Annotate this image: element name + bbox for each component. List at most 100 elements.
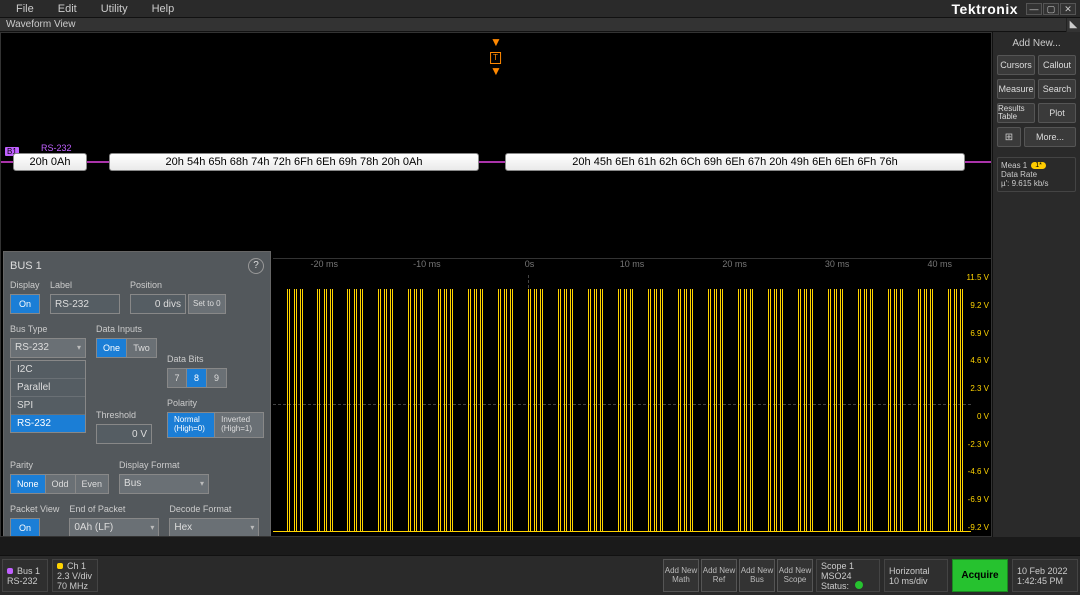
- position-input[interactable]: 0 divs: [130, 294, 186, 314]
- scope-trace: [273, 275, 971, 532]
- close-button[interactable]: ✕: [1060, 3, 1076, 15]
- eop-combo[interactable]: 0Ah (LF) ▾: [69, 518, 159, 537]
- eop-label: End of Packet: [69, 504, 159, 514]
- measure-button[interactable]: Measure: [997, 79, 1035, 99]
- display-on-button[interactable]: On: [10, 294, 40, 314]
- status-dot-icon: [855, 581, 863, 589]
- time-tick: 0s: [478, 259, 581, 272]
- more-button[interactable]: More...: [1024, 127, 1076, 147]
- menubar: File Edit Utility Help Tektronix — ▢ ✕: [0, 0, 1080, 18]
- set-to-0-button[interactable]: Set to 0: [188, 294, 226, 314]
- bustype-listbox: I2C Parallel SPI RS-232: [10, 360, 86, 433]
- datainputs-two-button[interactable]: Two: [127, 338, 157, 358]
- scope-model: MSO24: [821, 571, 875, 581]
- horiz-value: 10 ms/div: [889, 576, 943, 586]
- wf-corner-icon[interactable]: ◣: [1066, 18, 1080, 32]
- decfmt-combo[interactable]: Hex ▾: [169, 518, 259, 537]
- scope-title: Scope 1: [821, 561, 875, 571]
- cursors-button[interactable]: Cursors: [997, 55, 1035, 75]
- plot-button[interactable]: Plot: [1038, 103, 1076, 123]
- maximize-button[interactable]: ▢: [1043, 3, 1059, 15]
- ch1-badge[interactable]: Ch 1 2.3 V/div 70 MHz: [52, 559, 98, 592]
- bustype-current: RS-232: [15, 338, 49, 358]
- add-math-button[interactable]: Add New Math: [663, 559, 699, 592]
- side-panel: Add New... Cursors Callout Measure Searc…: [992, 32, 1080, 537]
- acquire-button[interactable]: Acquire: [952, 559, 1008, 592]
- help-icon[interactable]: ?: [248, 258, 264, 274]
- side-add-new-label: Add New...: [997, 36, 1076, 51]
- menu-utility[interactable]: Utility: [89, 1, 140, 17]
- dispfmt-combo[interactable]: Bus ▾: [119, 474, 209, 494]
- polarity-inverted-button[interactable]: Inverted (High=1): [215, 412, 264, 438]
- bottom-bar: Bus 1 RS-232 Ch 1 2.3 V/div 70 MHz Add N…: [0, 555, 1080, 595]
- pktview-on-button[interactable]: On: [10, 518, 40, 537]
- datainputs-one-button[interactable]: One: [96, 338, 127, 358]
- label-label: Label: [50, 280, 120, 290]
- databits-9-button[interactable]: 9: [207, 368, 227, 388]
- parity-none-button[interactable]: None: [10, 474, 46, 494]
- dispfmt-value: Bus: [124, 474, 141, 494]
- bus1-badge[interactable]: Bus 1 RS-232: [2, 559, 48, 592]
- time-ruler: -20 ms -10 ms 0s 10 ms 20 ms 30 ms 40 ms: [273, 258, 991, 272]
- meas-label: Data Rate: [1001, 170, 1072, 179]
- time-tick: 30 ms: [786, 259, 889, 272]
- add-bus-button[interactable]: Add New Bus: [739, 559, 775, 592]
- time-tick: 10 ms: [581, 259, 684, 272]
- horizontal-badge[interactable]: Horizontal 10 ms/div: [884, 559, 948, 592]
- label-input[interactable]: RS-232: [50, 294, 120, 314]
- menu-help[interactable]: Help: [140, 1, 187, 17]
- time-tick: -10 ms: [376, 259, 479, 272]
- chevron-down-icon: ▾: [77, 338, 81, 358]
- chevron-down-icon: ▾: [250, 518, 254, 537]
- add-ref-button[interactable]: Add New Ref: [701, 559, 737, 592]
- minimize-button[interactable]: —: [1026, 3, 1042, 15]
- polarity-label: Polarity: [167, 398, 264, 408]
- ch1-title: Ch 1: [67, 561, 86, 571]
- status-label: Status:: [821, 581, 849, 591]
- menu-file[interactable]: File: [4, 1, 46, 17]
- time-tick: 40 ms: [888, 259, 991, 272]
- bus1-title: Bus 1: [17, 566, 40, 576]
- add-scope-button[interactable]: Add New Scope: [777, 559, 813, 592]
- waveform-view[interactable]: ▼ T ▼ B1 RS-232 20h 0Ah 20h 54h 65h 68h …: [0, 32, 992, 537]
- decode-packet-0[interactable]: 20h 0Ah: [13, 153, 87, 171]
- bustype-label: Bus Type: [10, 324, 86, 334]
- bus-1-dialog: BUS 1 ? Display On Label RS-232 Position…: [3, 251, 271, 537]
- meas-title: Meas 1: [1001, 161, 1027, 170]
- meas-1-badge[interactable]: Meas 1 1* Data Rate µ': 9.615 kb/s: [997, 157, 1076, 192]
- chevron-down-icon: ▾: [200, 474, 204, 494]
- trigger-marker-icon[interactable]: ▼ T ▼: [490, 35, 502, 78]
- bustype-option-i2c[interactable]: I2C: [11, 361, 85, 379]
- threshold-label: Threshold: [96, 410, 157, 420]
- databits-label: Data Bits: [167, 354, 264, 364]
- bus-protocol-tag: RS-232: [41, 143, 72, 153]
- parity-odd-button[interactable]: Odd: [46, 474, 76, 494]
- draw-segments-icon[interactable]: ⊞: [997, 127, 1021, 147]
- decode-packet-2[interactable]: 20h 45h 6Eh 61h 62h 6Ch 69h 6Eh 67h 20h …: [505, 153, 965, 171]
- horiz-title: Horizontal: [889, 566, 943, 576]
- meas-pill: 1*: [1031, 162, 1046, 169]
- datainputs-label: Data Inputs: [96, 324, 157, 334]
- threshold-input[interactable]: 0 V: [96, 424, 152, 444]
- meas-value: µ': 9.615 kb/s: [1001, 179, 1072, 188]
- polarity-normal-button[interactable]: Normal (High=0): [167, 412, 215, 438]
- menu-edit[interactable]: Edit: [46, 1, 89, 17]
- callout-button[interactable]: Callout: [1038, 55, 1076, 75]
- search-button[interactable]: Search: [1038, 79, 1076, 99]
- bustype-option-parallel[interactable]: Parallel: [11, 379, 85, 397]
- bustype-combo[interactable]: RS-232 ▾: [10, 338, 86, 358]
- scope-badge[interactable]: Scope 1 MSO24 Status:: [816, 559, 880, 592]
- decode-packet-1[interactable]: 20h 54h 65h 68h 74h 72h 6Fh 6Eh 69h 78h …: [109, 153, 479, 171]
- eop-value: 0Ah (LF): [74, 518, 113, 537]
- results-table-button[interactable]: Results Table: [997, 103, 1035, 123]
- position-label: Position: [130, 280, 226, 290]
- bustype-option-rs232[interactable]: RS-232: [11, 415, 85, 432]
- parity-even-button[interactable]: Even: [76, 474, 110, 494]
- bustype-option-spi[interactable]: SPI: [11, 397, 85, 415]
- databits-7-button[interactable]: 7: [167, 368, 187, 388]
- decfmt-value: Hex: [174, 518, 192, 537]
- chevron-down-icon: ▾: [150, 518, 154, 537]
- display-label: Display: [10, 280, 40, 290]
- databits-8-button[interactable]: 8: [187, 368, 207, 388]
- brand-logo: Tektronix: [952, 1, 1018, 17]
